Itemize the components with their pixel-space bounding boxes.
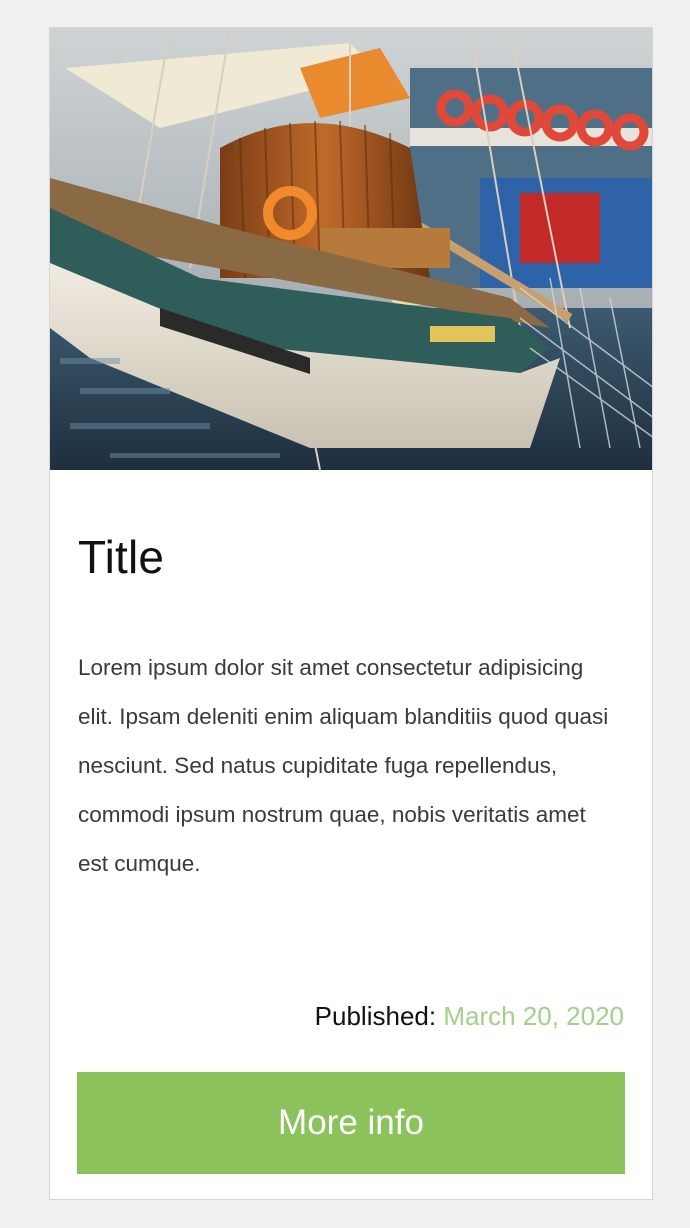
published-label: Published: bbox=[314, 1001, 437, 1031]
published-date: March 20, 2020 bbox=[443, 1001, 624, 1031]
article-card: Title Lorem ipsum dolor sit amet consect… bbox=[49, 27, 653, 1200]
card-title: Title bbox=[78, 531, 165, 583]
card-description: Lorem ipsum dolor sit amet consectetur a… bbox=[78, 655, 609, 876]
more-info-button[interactable]: More info bbox=[77, 1072, 625, 1174]
published-info: Published: March 20, 2020 bbox=[315, 998, 624, 1034]
card-image bbox=[50, 28, 652, 470]
